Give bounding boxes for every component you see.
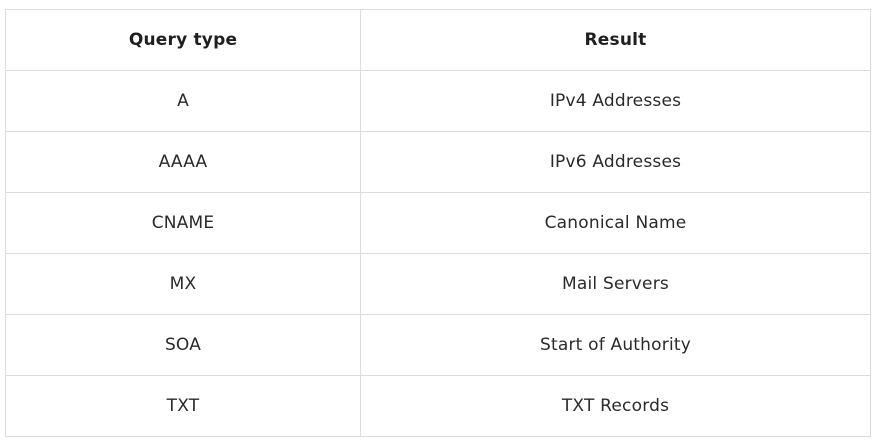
- table-row: AAAA IPv6 Addresses: [5, 131, 871, 193]
- result-cell: Canonical Name: [360, 192, 871, 254]
- table-row: CNAME Canonical Name: [5, 192, 871, 254]
- result-cell: TXT Records: [360, 375, 871, 437]
- table-row: TXT TXT Records: [5, 375, 871, 437]
- table-row: A IPv4 Addresses: [5, 70, 871, 132]
- result-cell: IPv4 Addresses: [360, 70, 871, 132]
- table-header: Query type Result: [5, 9, 871, 71]
- table-body: A IPv4 Addresses AAAA IPv6 Addresses CNA…: [5, 70, 871, 437]
- header-query-type: Query type: [5, 9, 361, 71]
- table-row: MX Mail Servers: [5, 253, 871, 315]
- header-row: Query type Result: [5, 9, 871, 71]
- query-type-cell: TXT: [5, 375, 361, 437]
- result-cell: Start of Authority: [360, 314, 871, 376]
- query-type-cell: SOA: [5, 314, 361, 376]
- dns-query-table-container: Query type Result A IPv4 Addresses AAAA …: [5, 9, 871, 437]
- header-result: Result: [360, 9, 871, 71]
- table-row: SOA Start of Authority: [5, 314, 871, 376]
- query-type-cell: AAAA: [5, 131, 361, 193]
- result-cell: IPv6 Addresses: [360, 131, 871, 193]
- query-type-cell: CNAME: [5, 192, 361, 254]
- result-cell: Mail Servers: [360, 253, 871, 315]
- dns-query-table: Query type Result A IPv4 Addresses AAAA …: [5, 9, 871, 437]
- query-type-cell: A: [5, 70, 361, 132]
- query-type-cell: MX: [5, 253, 361, 315]
